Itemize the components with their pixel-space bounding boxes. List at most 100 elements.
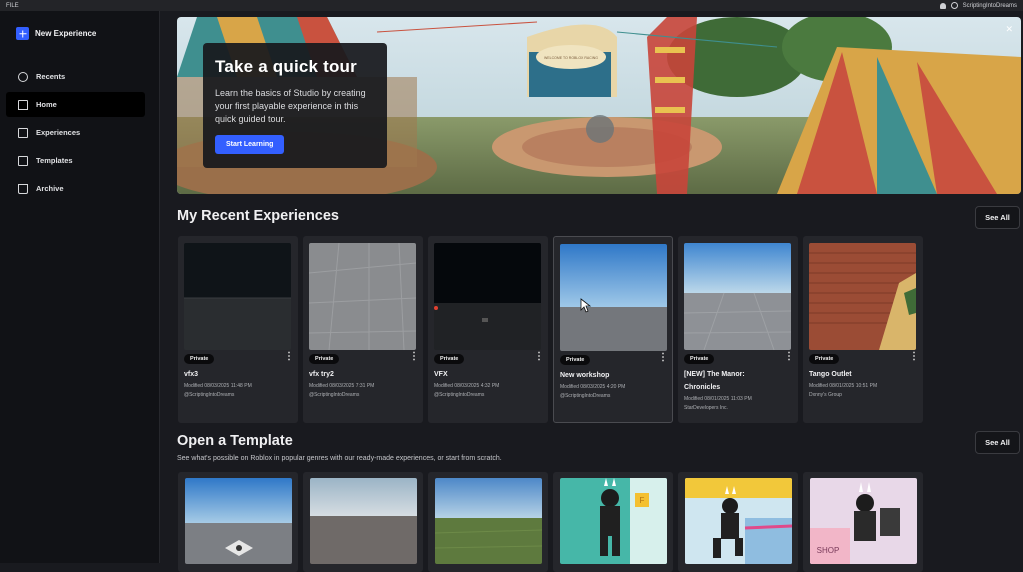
gate-sign-text: WELCOME TO ROBLOX RACING <box>544 56 598 60</box>
quick-tour-banner: WELCOME TO ROBLOX RACING ✕ Take a quick … <box>177 17 1021 194</box>
creator-name: @ScriptingIntoDreams <box>560 393 611 399</box>
status-badge: Private <box>309 354 340 364</box>
template-card-classic-baseplate[interactable] <box>303 472 423 572</box>
status-badge: Private <box>434 354 465 364</box>
experience-card-the-manor-chronicles[interactable]: Private ⋮ [NEW] The Manor: Chronicles Mo… <box>678 236 798 423</box>
plus-icon <box>16 27 29 40</box>
start-learning-button[interactable]: Start Learning <box>215 135 285 154</box>
status-badge: Private <box>184 354 215 364</box>
modified-date: Modified 08/01/2025 10:51 PM <box>809 383 878 389</box>
file-menu[interactable]: FILE <box>6 3 19 9</box>
template-card-shop[interactable]: SHOP <box>803 472 923 572</box>
template-thumbnail <box>685 478 792 564</box>
experience-thumbnail <box>809 243 916 350</box>
templates-subtitle: See what's possible on Roblox in popular… <box>177 455 502 462</box>
template-card-baseplate[interactable] <box>178 472 298 572</box>
template-card-runner[interactable] <box>678 472 798 572</box>
templates-title: Open a Template <box>177 433 293 449</box>
quick-tour-title: Take a quick tour <box>215 57 357 76</box>
experience-thumbnail <box>184 243 291 350</box>
sidebar-nav: Recents Home Experiences Templates Archi… <box>6 64 145 204</box>
template-thumbnail <box>185 478 292 564</box>
notifications-icon[interactable] <box>939 2 946 9</box>
modified-date: Modified 08/03/2025 4:20 PM <box>560 384 626 390</box>
creator-name: @ScriptingIntoDreams <box>309 392 360 398</box>
sidebar-item-templates[interactable]: Templates <box>6 148 145 173</box>
templates-list: F SHOP <box>178 472 923 572</box>
sidebar-item-recents[interactable]: Recents <box>6 64 145 89</box>
card-info: Tango Outlet Modified 08/01/2025 10:51 P… <box>809 368 905 400</box>
home-icon <box>18 99 28 110</box>
card-info: New workshop Modified 08/03/2025 4:20 PM… <box>560 369 656 401</box>
sidebar-item-archive[interactable]: Archive <box>6 176 145 201</box>
status-badge: Private <box>560 355 591 365</box>
title-bar: FILE ScriptingIntoDreams <box>0 0 1023 11</box>
experience-card-tango-outlet[interactable]: Private ⋮ Tango Outlet Modified 08/01/20… <box>803 236 923 423</box>
template-card-flat-terrain[interactable] <box>428 472 548 572</box>
experience-name: [NEW] The Manor: Chronicles <box>684 371 745 391</box>
creator-name: StarDevelopers Inc. <box>684 405 728 411</box>
template-thumbnail <box>310 478 417 564</box>
quick-tour-description: Learn the basics of Studio by creating y… <box>215 88 366 124</box>
shop-sign-text: SHOP <box>817 546 840 555</box>
experience-thumbnail <box>684 243 791 350</box>
more-options-icon[interactable]: ⋮ <box>284 352 294 362</box>
experience-thumbnail <box>560 244 667 351</box>
more-options-icon[interactable]: ⋮ <box>534 352 544 362</box>
more-options-icon[interactable]: ⋮ <box>409 352 419 362</box>
status-badge: Private <box>684 354 715 364</box>
recent-experiences-title: My Recent Experiences <box>177 208 339 224</box>
modified-date: Modified 08/01/2025 11:03 PM <box>684 396 752 402</box>
sidebar-item-label: Experiences <box>36 128 81 137</box>
modified-date: Modified 08/03/2025 11:48 PM <box>184 383 252 389</box>
help-icon[interactable] <box>950 2 958 9</box>
new-experience-button[interactable]: New Experience <box>16 27 96 40</box>
status-badge: Private <box>809 354 840 364</box>
main-content: WELCOME TO ROBLOX RACING ✕ Take a quick … <box>160 11 1023 572</box>
archive-icon <box>18 183 28 194</box>
sidebar-item-label: Archive <box>36 184 64 193</box>
template-thumbnail <box>435 478 542 564</box>
experience-card-vfx-try2[interactable]: Private ⋮ vfx try2 Modified 08/03/2025 7… <box>303 236 423 423</box>
topbar-right: ScriptingIntoDreams <box>939 2 1017 9</box>
experience-name: vfx3 <box>184 371 199 378</box>
experience-name: Tango Outlet <box>809 371 852 378</box>
clock-icon <box>18 71 28 82</box>
experience-name: VFX <box>434 371 448 378</box>
sidebar-item-label: Templates <box>36 156 73 165</box>
more-options-icon[interactable]: ⋮ <box>658 353 668 363</box>
card-info: vfx3 Modified 08/03/2025 11:48 PM @Scrip… <box>184 368 280 400</box>
folder-icon <box>18 127 28 138</box>
svg-text:F: F <box>640 496 645 505</box>
more-options-icon[interactable]: ⋮ <box>909 352 919 362</box>
sidebar-item-home[interactable]: Home <box>6 92 145 117</box>
close-icon[interactable]: ✕ <box>1005 24 1013 35</box>
card-info: vfx try2 Modified 08/03/2025 7:31 PM @Sc… <box>309 368 405 400</box>
template-card-obby[interactable]: F <box>553 472 673 572</box>
new-experience-label: New Experience <box>35 29 97 38</box>
more-options-icon[interactable]: ⋮ <box>784 352 794 362</box>
modified-date: Modified 08/03/2025 4:32 PM <box>434 383 500 389</box>
experience-thumbnail <box>434 243 541 350</box>
template-thumbnail: F <box>560 478 667 564</box>
experience-name: New workshop <box>560 372 610 379</box>
experience-card-vfx[interactable]: Private ⋮ VFX Modified 08/03/2025 4:32 P… <box>428 236 548 423</box>
see-all-recent-button[interactable]: See All <box>975 206 1020 229</box>
sidebar-item-label: Recents <box>36 72 66 81</box>
quick-tour-card: Take a quick tour Learn the basics of St… <box>203 43 387 168</box>
sidebar-item-experiences[interactable]: Experiences <box>6 120 145 145</box>
username-label[interactable]: ScriptingIntoDreams <box>963 3 1017 9</box>
experience-name: vfx try2 <box>309 371 334 378</box>
see-all-templates-button[interactable]: See All <box>975 431 1020 454</box>
experience-card-new-workshop[interactable]: Private ⋮ New workshop Modified 08/03/20… <box>553 236 673 423</box>
experience-card-vfx3[interactable]: Private ⋮ vfx3 Modified 08/03/2025 11:48… <box>178 236 298 423</box>
recent-experiences-list: Private ⋮ vfx3 Modified 08/03/2025 11:48… <box>178 236 923 423</box>
sidebar: New Experience Recents Home Experiences … <box>0 11 160 563</box>
creator-name: Dxnny's Group <box>809 392 842 398</box>
template-thumbnail: SHOP <box>810 478 917 564</box>
experience-thumbnail <box>309 243 416 350</box>
modified-date: Modified 08/03/2025 7:31 PM <box>309 383 375 389</box>
card-info: VFX Modified 08/03/2025 4:32 PM @Scripti… <box>434 368 530 400</box>
creator-name: @ScriptingIntoDreams <box>184 392 235 398</box>
template-icon <box>18 155 28 166</box>
